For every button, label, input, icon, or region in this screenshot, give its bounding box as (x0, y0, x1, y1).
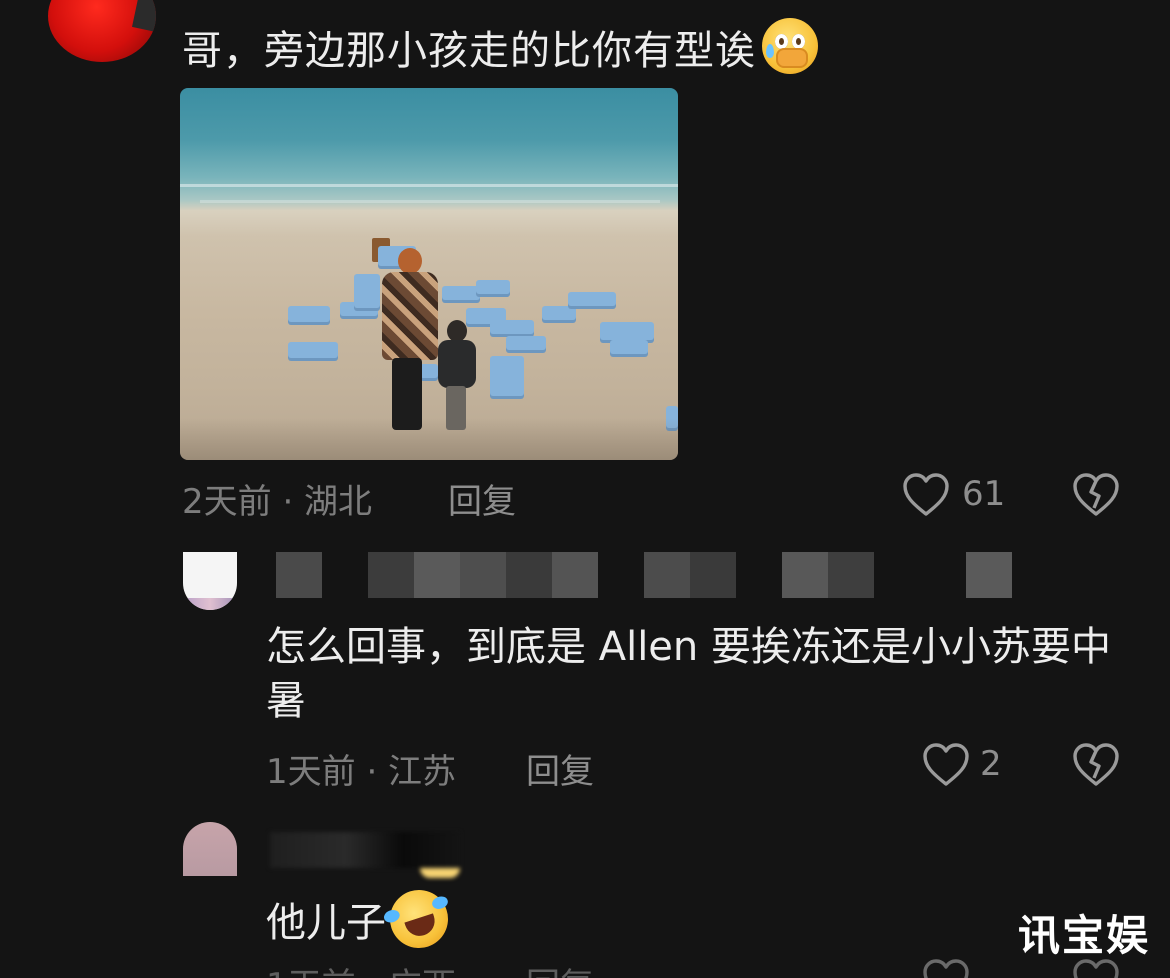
mosaic-cell (276, 552, 322, 598)
mosaic-cell (920, 552, 966, 598)
heart-icon (923, 959, 969, 978)
mosaic-cell (782, 552, 828, 598)
heart-icon (903, 473, 949, 516)
comment-time-location: 2天前 · 湖北 (182, 482, 373, 522)
avatar[interactable] (183, 552, 237, 610)
dislike-button[interactable] (1072, 472, 1120, 518)
reply-text: 他儿子 (266, 882, 456, 956)
child-figure (436, 320, 478, 440)
adult-figure (378, 248, 438, 438)
mosaic-cell (966, 552, 1012, 598)
reply-body: 他儿子 (266, 900, 386, 946)
rolling-laughing-emoji-icon (382, 882, 456, 956)
pleading-face-emoji-icon (762, 18, 818, 74)
like-button[interactable] (902, 472, 950, 518)
like-button[interactable] (922, 958, 970, 978)
mosaic-cell (414, 552, 460, 598)
watermark: 讯宝娱 (1018, 911, 1151, 960)
mosaic-cell (506, 552, 552, 598)
mosaic-cell (736, 552, 782, 598)
mosaic-cell (828, 552, 874, 598)
mosaic-cell (598, 552, 644, 598)
mosaic-cell (460, 552, 506, 598)
mosaic-cell (368, 552, 414, 598)
comment-text: 哥，旁边那小孩走的比你有型诶 (182, 18, 818, 79)
mosaic-cell (644, 552, 690, 598)
mosaic-cell (690, 552, 736, 598)
like-count: 2 (980, 744, 1002, 784)
avatar[interactable] (48, 0, 156, 62)
comment-thread: 哥，旁边那小孩走的比你有型诶 2天前 · 湖北 回复 61 怎么回事，到底是 A… (0, 0, 1170, 978)
reply-button[interactable]: 回复 (526, 958, 594, 978)
reply-button[interactable]: 回复 (448, 474, 516, 523)
avatar[interactable] (183, 822, 237, 876)
reply-time-location: 1天前 · 江苏 (266, 752, 457, 792)
comment-image-beach[interactable] (180, 88, 678, 460)
mosaic-cell (322, 552, 368, 598)
mosaic-cell (552, 552, 598, 598)
dislike-button[interactable] (1072, 742, 1120, 788)
like-count: 61 (962, 474, 1006, 514)
reply-text: 怎么回事，到底是 Allen 要挨冻还是小小苏要中暑 (266, 624, 1111, 724)
comment-body: 哥，旁边那小孩走的比你有型诶 (182, 28, 756, 74)
username-censored (270, 832, 460, 878)
reply-time-location: 1天前 · 广西 (266, 958, 456, 978)
username-censored (276, 552, 1012, 598)
broken-heart-icon (1073, 473, 1119, 516)
like-button[interactable] (922, 742, 970, 788)
heart-icon (923, 743, 969, 786)
broken-heart-icon (1073, 743, 1119, 786)
reply-button[interactable]: 回复 (526, 744, 594, 793)
mosaic-cell (874, 552, 920, 598)
